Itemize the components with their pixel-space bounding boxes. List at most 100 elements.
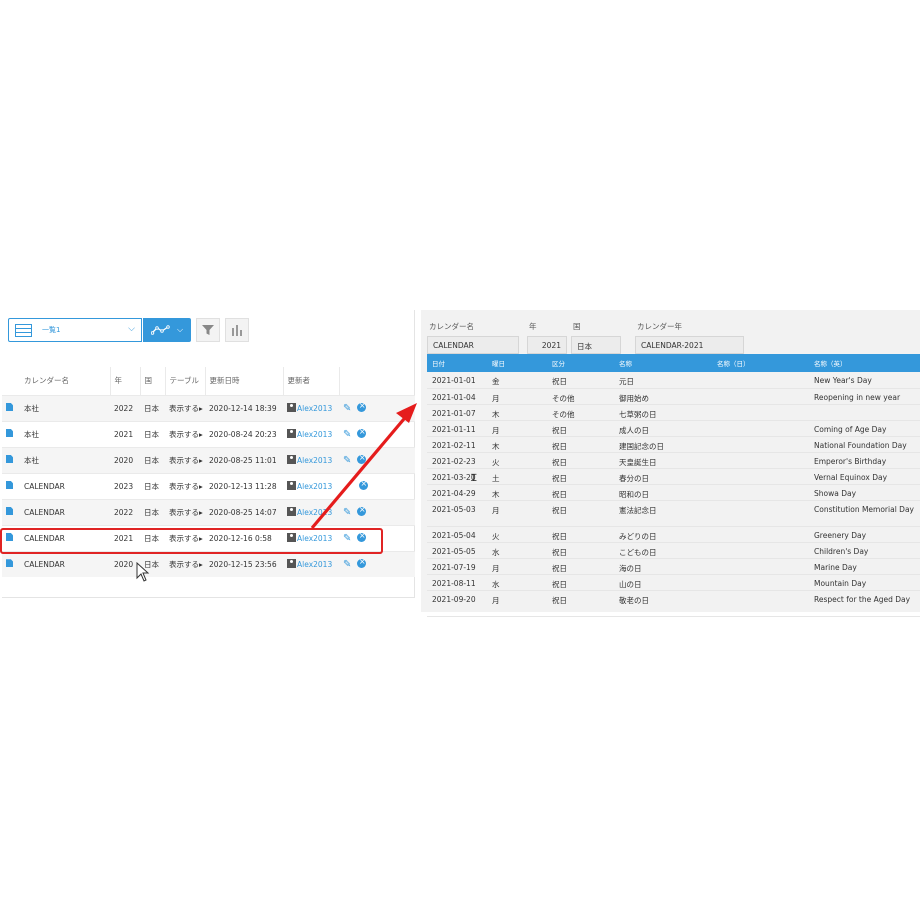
- cell-country: 日本: [140, 446, 165, 473]
- cell-table[interactable]: 表示する▸: [165, 498, 205, 525]
- user-icon: [287, 403, 296, 412]
- cell-year: 2022: [110, 394, 140, 421]
- cell-name-en: [809, 404, 920, 421]
- user-link[interactable]: Alex2013: [297, 456, 332, 465]
- cell-name-ja: [712, 436, 809, 453]
- cell-updated-by: Alex2013: [283, 498, 339, 525]
- column-header-year[interactable]: 年: [110, 367, 141, 395]
- edit-icon[interactable]: ✎: [343, 455, 351, 466]
- user-link[interactable]: Alex2013: [297, 482, 332, 491]
- column-header-table[interactable]: テーブル: [165, 367, 206, 395]
- user-icon: [287, 507, 296, 516]
- calendar-year-field[interactable]: CALENDAR-2021: [635, 336, 744, 354]
- cell-kind: 祝日: [547, 420, 614, 437]
- chevron-down-icon: ⌵: [128, 324, 135, 334]
- edit-icon[interactable]: ✎: [343, 559, 351, 570]
- delete-icon[interactable]: [357, 453, 367, 464]
- cell-year: 2022: [110, 498, 140, 525]
- edit-icon[interactable]: ✎: [343, 507, 351, 518]
- cell-date: 2021-01-01: [427, 372, 487, 389]
- cell-dow: 火: [487, 526, 547, 543]
- cell-country: 日本: [140, 420, 165, 447]
- delete-icon[interactable]: [359, 479, 368, 490]
- column-header-country[interactable]: 国: [140, 367, 166, 395]
- edit-icon[interactable]: ✎: [343, 403, 351, 414]
- document-icon[interactable]: [6, 507, 13, 515]
- cell-updated-by: Alex2013: [283, 550, 339, 577]
- delete-icon[interactable]: [357, 505, 367, 516]
- country-field[interactable]: 日本: [571, 336, 621, 354]
- delete-icon[interactable]: [357, 427, 367, 438]
- cell-year: 2020: [110, 446, 140, 473]
- cell-table[interactable]: 表示する▸: [165, 446, 205, 473]
- table-row[interactable]: CALENDAR 2020 日本 表示する▸ 2020-12-15 23:56 Alex2…: [2, 550, 415, 577]
- cell-dow: 木: [487, 436, 547, 453]
- cell-dow: 木: [487, 404, 547, 421]
- list-toolbar: 一覧1 ⌵ ⌵: [8, 318, 249, 342]
- table-row[interactable]: CALENDAR 2023 日本 表示する▸ 2020-12-13 11:28 Alex2…: [2, 472, 415, 499]
- column-header-updated[interactable]: 更新日時: [205, 367, 284, 395]
- cell-table[interactable]: 表示する▸: [165, 394, 205, 421]
- cell-calendar-name: CALENDAR: [20, 498, 110, 525]
- cell-name: 昭和の日: [614, 484, 712, 501]
- delete-icon[interactable]: [357, 401, 367, 412]
- table-row[interactable]: 本社 2020 日本 表示する▸ 2020-08-25 11:01 Alex2013 ✎: [2, 446, 415, 473]
- view-select[interactable]: 一覧1 ⌵: [8, 318, 142, 342]
- user-link[interactable]: Alex2013: [297, 560, 332, 569]
- cell-name-ja: [712, 388, 809, 405]
- cell-dow: 火: [487, 452, 547, 469]
- cell-name: 御用始め: [614, 388, 712, 405]
- cell-dow: 月: [487, 558, 547, 575]
- cell-dow: 水: [487, 574, 547, 591]
- record-list-panel: 一覧1 ⌵ ⌵ カレンダー名 年 国 テーブル 更新日時 更新者 本社 2022…: [2, 310, 415, 598]
- table-row[interactable]: CALENDAR 2022 日本 表示する▸ 2020-08-25 14:07 Alex2…: [2, 498, 415, 525]
- cell-name-ja: [712, 404, 809, 421]
- column-header-name-en: 名称（英）: [809, 354, 920, 372]
- cell-kind: 祝日: [547, 436, 614, 453]
- cell-dow: 水: [487, 542, 547, 559]
- filter-button[interactable]: [196, 318, 220, 342]
- holiday-row: 2021-05-03 月祝日 憲法記念日 Constitution Memorial …: [427, 500, 920, 527]
- holiday-row: 2021-01-04 月その他 御用始め Reopening in new year: [427, 388, 920, 405]
- column-header-calendar-name[interactable]: カレンダー名: [20, 367, 111, 395]
- cell-kind: 祝日: [547, 542, 614, 559]
- year-field[interactable]: 2021: [527, 336, 567, 354]
- user-icon: [287, 455, 296, 464]
- edit-icon[interactable]: ✎: [343, 429, 351, 440]
- calendar-name-field[interactable]: CALENDAR: [427, 336, 519, 354]
- document-icon[interactable]: [6, 481, 13, 489]
- column-header-updated-by[interactable]: 更新者: [283, 367, 340, 395]
- row-icon-cell: [2, 420, 20, 447]
- document-icon[interactable]: [6, 455, 13, 463]
- cell-name: 七草粥の日: [614, 404, 712, 421]
- delete-icon[interactable]: [357, 557, 367, 568]
- cell-kind: 祝日: [547, 500, 614, 527]
- user-link[interactable]: Alex2013: [297, 430, 332, 439]
- chart-button[interactable]: [225, 318, 249, 342]
- user-icon: [287, 429, 296, 438]
- cell-name-ja: [712, 574, 809, 591]
- cell-updated: 2020-12-14 18:39: [205, 394, 283, 421]
- graph-button[interactable]: ⌵: [143, 318, 191, 342]
- cell-table[interactable]: 表示する▸: [165, 550, 205, 577]
- cell-table[interactable]: 表示する▸: [165, 420, 205, 447]
- table-row[interactable]: 本社 2021 日本 表示する▸ 2020-08-24 20:23 Alex2013 ✎: [2, 420, 415, 447]
- document-icon[interactable]: [6, 429, 13, 437]
- holiday-row: 2021-08-11 水祝日 山の日 Mountain Day: [427, 574, 920, 591]
- user-link[interactable]: Alex2013: [297, 404, 332, 413]
- user-link[interactable]: Alex2013: [297, 508, 332, 517]
- document-icon[interactable]: [6, 559, 13, 568]
- user-icon: [287, 481, 296, 490]
- table-row[interactable]: 本社 2022 日本 表示する▸ 2020-12-14 18:39 Alex2013 ✎: [2, 394, 415, 421]
- cell-name-ja: [712, 484, 809, 501]
- cell-table[interactable]: 表示する▸: [165, 472, 205, 499]
- cell-dow: 月: [487, 590, 547, 617]
- cell-name-en: Showa Day: [809, 484, 920, 501]
- cell-updated-by: Alex2013: [283, 394, 339, 421]
- cell-dow: 金: [487, 372, 547, 389]
- cell-year: 2023: [110, 472, 140, 499]
- column-header-name-ja: 名称（日）: [712, 354, 809, 372]
- document-icon[interactable]: [6, 403, 13, 411]
- cell-dow: 木: [487, 484, 547, 501]
- cell-name-en: Greenery Day: [809, 526, 920, 543]
